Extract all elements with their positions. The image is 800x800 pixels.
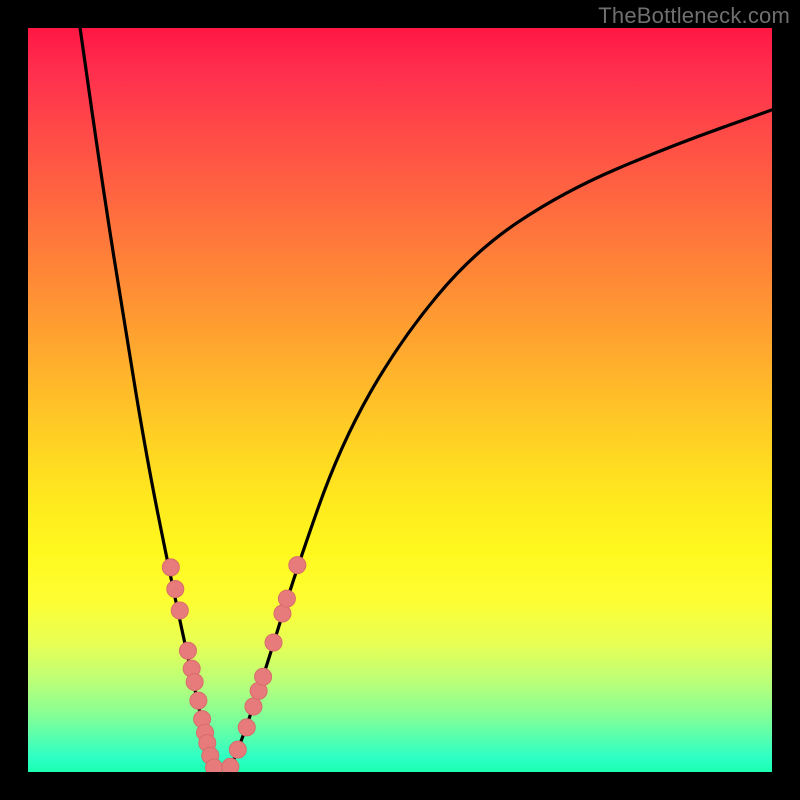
data-marker: [190, 692, 207, 709]
data-marker: [167, 580, 184, 597]
curve-right-branch: [229, 110, 772, 772]
data-marker: [222, 758, 239, 772]
data-markers: [162, 557, 305, 772]
chart-svg: [28, 28, 772, 772]
plot-area: [28, 28, 772, 772]
data-marker: [186, 673, 203, 690]
chart-frame: TheBottleneck.com: [0, 0, 800, 800]
data-marker: [245, 698, 262, 715]
attribution-text: TheBottleneck.com: [598, 3, 790, 29]
data-marker: [206, 759, 223, 772]
data-marker: [255, 668, 272, 685]
data-marker: [179, 642, 196, 659]
data-marker: [238, 719, 255, 736]
data-marker: [289, 557, 306, 574]
data-marker: [278, 590, 295, 607]
data-marker: [171, 602, 188, 619]
data-marker: [265, 634, 282, 651]
data-marker: [229, 741, 246, 758]
data-marker: [274, 605, 291, 622]
data-marker: [162, 559, 179, 576]
